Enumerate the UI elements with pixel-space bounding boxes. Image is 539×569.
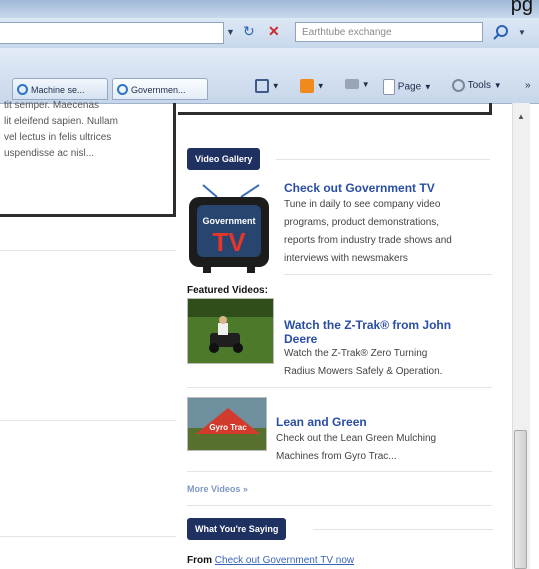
printer-icon [345, 79, 359, 90]
comment-link[interactable]: Check out Government TV now [215, 555, 354, 566]
lean-green-video-link[interactable]: Lean and Green [276, 415, 367, 429]
divider [0, 250, 176, 251]
rss-icon [300, 79, 314, 93]
divider [187, 471, 492, 472]
divider [284, 274, 492, 275]
search-icon: ▼ [493, 25, 526, 40]
divider [276, 159, 490, 160]
ztrak-video-link[interactable]: Watch the Z-Trak® from John Deere [284, 318, 484, 346]
window-title-strip [0, 0, 539, 18]
search-button[interactable]: ▼ [488, 22, 536, 42]
ztrak-video-thumbnail[interactable] [187, 298, 274, 364]
ie-page-icon [117, 84, 128, 95]
divider [313, 529, 493, 530]
divider [187, 505, 492, 506]
left-article-text: tit semper. Maecenas lit eleifend sapien… [4, 100, 118, 159]
tab-label: Machine se... [31, 85, 85, 95]
gear-icon [452, 79, 465, 92]
page-menu-button[interactable]: Page ▼ [383, 79, 432, 95]
chevron-more-icon[interactable]: » [525, 80, 531, 91]
home-icon [255, 79, 269, 93]
video-gallery-heading: Video Gallery [187, 148, 261, 170]
page-icon [383, 79, 395, 95]
stop-icon[interactable]: ✕ [268, 23, 280, 40]
gyro-trac-logo-text: Gyro Trac [209, 423, 247, 432]
featured-videos-label: Featured Videos: [187, 285, 268, 296]
tab-machine[interactable]: Machine se... [12, 78, 108, 100]
scroll-up-arrow-icon[interactable]: ▲ [517, 112, 525, 121]
divider [0, 420, 176, 421]
feeds-button[interactable]: ▼ [300, 79, 325, 93]
government-tv-description: Tune in daily to see company video progr… [284, 199, 452, 264]
from-prefix: From [187, 555, 212, 566]
search-input[interactable]: Earthtube exchange [295, 22, 483, 42]
print-button[interactable]: ▼ [345, 79, 370, 90]
what-youre-saying-heading: What You're Saying [187, 518, 287, 540]
home-button[interactable]: ▼ [255, 79, 280, 93]
tab-government[interactable]: Governmen... [112, 78, 208, 100]
more-videos-link[interactable]: More Videos » [187, 484, 248, 494]
content-box-border [178, 103, 492, 115]
comment-from-line: From Check out Government TV now [187, 555, 354, 566]
government-tv-logo[interactable]: Government TV [187, 183, 273, 275]
tv-logo-small-text: Government [202, 216, 255, 226]
tools-menu-label: Tools [467, 80, 491, 92]
scrollbar-thumb[interactable] [514, 430, 527, 569]
page-menu-label: Page [397, 81, 422, 93]
address-dropdown-icon[interactable]: ▼ [226, 27, 235, 37]
ie-page-icon [17, 84, 28, 95]
ztrak-video-description: Watch the Z-Trak® Zero Turning Radius Mo… [284, 348, 443, 377]
government-tv-link[interactable]: Check out Government TV [284, 181, 435, 195]
divider [187, 387, 492, 388]
divider [0, 536, 176, 537]
tab-label: Governmen... [131, 85, 186, 95]
lean-green-video-description: Check out the Lean Green Mulching Machin… [276, 433, 437, 462]
window-title-fragment: pg [510, 0, 533, 16]
svg-text:▼: ▼ [518, 28, 526, 37]
address-field[interactable] [0, 22, 224, 44]
lean-green-video-thumbnail[interactable]: Gyro Trac [187, 397, 267, 451]
tv-logo-big-text: TV [212, 227, 246, 257]
tools-menu-button[interactable]: Tools ▼ [452, 79, 502, 92]
refresh-icon[interactable]: ↻ [243, 23, 255, 40]
